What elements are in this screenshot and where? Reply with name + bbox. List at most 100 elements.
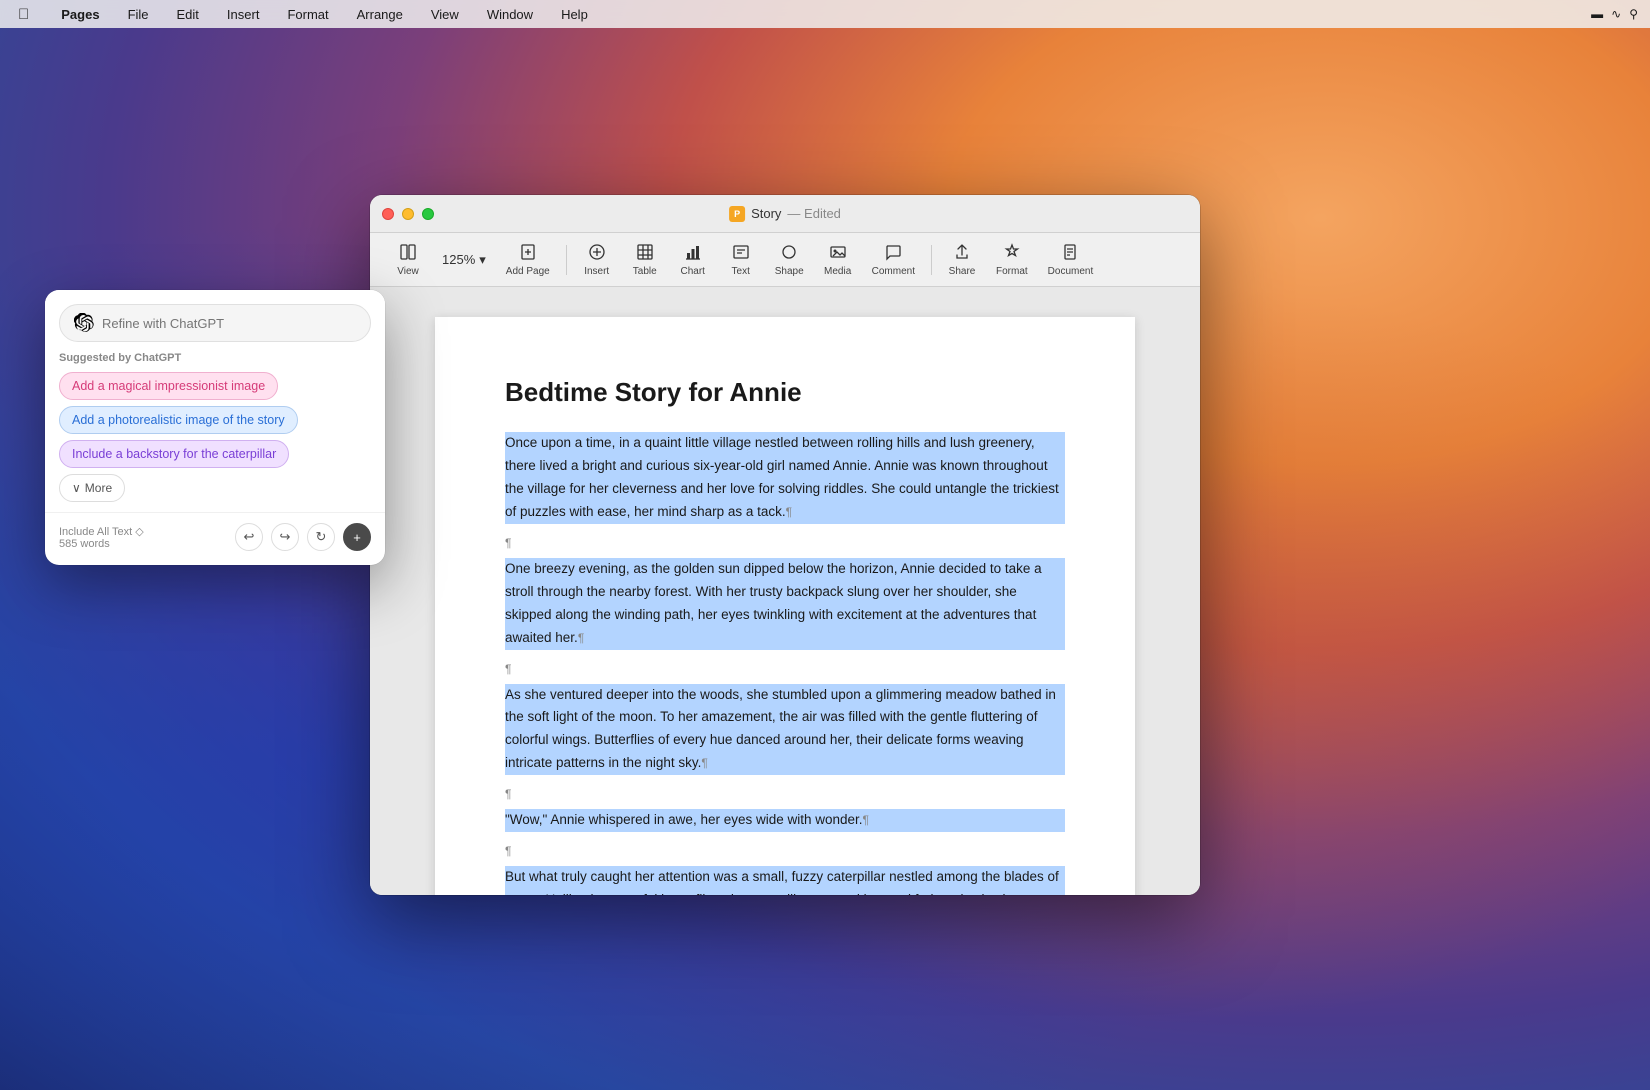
toolbar-text[interactable]: Text (719, 239, 763, 281)
toolbar-addpage-label: Add Page (506, 266, 550, 277)
document-area: Bedtime Story for Annie Once upon a time… (370, 287, 1200, 895)
toolbar-sep-1 (566, 245, 567, 275)
media-icon (829, 243, 847, 264)
table-icon (636, 243, 654, 264)
toolbar-insert[interactable]: Insert (575, 239, 619, 281)
menubar-app-name[interactable]: Pages (55, 5, 105, 24)
menubar-window[interactable]: Window (481, 5, 539, 24)
comment-icon (884, 243, 902, 264)
toolbar-insert-label: Insert (584, 266, 609, 277)
close-button[interactable] (382, 208, 394, 220)
document-title-text: Bedtime Story for Annie (505, 377, 1065, 408)
refine-input-inner[interactable] (59, 304, 371, 342)
redo-button[interactable]: ↪ (271, 523, 299, 551)
more-button[interactable]: ∨ More (59, 474, 125, 502)
word-count: 585 words (59, 538, 144, 550)
toolbar-view-label: View (397, 266, 419, 277)
toolbar-table[interactable]: Table (623, 239, 667, 281)
shape-icon (780, 243, 798, 264)
panel-bottom: Include All Text ◇ 585 words ↩ ↪ ↻ + (45, 512, 385, 565)
paragraph-3: As she ventured deeper into the woods, s… (505, 684, 1065, 776)
more-chevron: ∨ (72, 481, 81, 495)
suggestion-chip-3[interactable]: Include a backstory for the caterpillar (59, 440, 289, 468)
toolbar-media-label: Media (824, 266, 851, 277)
toolbar-share[interactable]: Share (940, 239, 984, 281)
suggestions-label: Suggested by ChatGPT (59, 352, 371, 364)
toolbar-document[interactable]: Document (1040, 239, 1102, 281)
pilcrow-4: ¶ (863, 813, 869, 827)
toolbar-shape[interactable]: Shape (767, 239, 812, 281)
toolbar-table-label: Table (633, 266, 657, 277)
toolbar-sep-2 (931, 245, 932, 275)
include-label: Include All Text ◇ (59, 525, 144, 538)
pilcrow-2: ¶ (578, 631, 584, 645)
paragraph-4: "Wow," Annie whispered in awe, her eyes … (505, 809, 1065, 832)
chatgpt-logo-icon (74, 313, 94, 333)
menubar-insert[interactable]: Insert (221, 5, 266, 24)
refine-input-wrap (45, 290, 385, 352)
suggestion-chips: Add a magical impressionist image Add a … (59, 372, 371, 502)
zoom-control[interactable]: 125% ▾ (434, 248, 494, 272)
format-icon (1003, 243, 1021, 264)
apple-menu[interactable]:  (12, 4, 35, 25)
refresh-button[interactable]: ↻ (307, 523, 335, 551)
paragraph-1-text: Once upon a time, in a quaint little vil… (505, 435, 1059, 519)
search-icon[interactable]: ⚲ (1629, 7, 1638, 21)
paragraph-1: Once upon a time, in a quaint little vil… (505, 432, 1065, 524)
view-icon (399, 243, 417, 264)
text-icon (732, 243, 750, 264)
refine-input-field[interactable] (102, 316, 356, 331)
menubar-format[interactable]: Format (281, 5, 334, 24)
zoom-value: 125% (442, 252, 475, 267)
toolbar-comment-label: Comment (872, 266, 915, 277)
toolbar-format[interactable]: Format (988, 239, 1036, 281)
menubar-view[interactable]: View (425, 5, 465, 24)
toolbar-media[interactable]: Media (816, 239, 860, 281)
minimize-button[interactable] (402, 208, 414, 220)
undo-button[interactable]: ↩ (235, 523, 263, 551)
toolbar-shape-label: Shape (775, 266, 804, 277)
zoom-chevron: ▾ (479, 252, 486, 268)
chart-icon (684, 243, 702, 264)
menubar-file[interactable]: File (122, 5, 155, 24)
pilcrow-3: ¶ (701, 756, 707, 770)
toolbar-comment[interactable]: Comment (864, 239, 923, 281)
maximize-button[interactable] (422, 208, 434, 220)
include-text-wrap: Include All Text ◇ 585 words (59, 525, 144, 550)
window-title: P Story — Edited (729, 206, 841, 222)
toolbar-document-label: Document (1048, 266, 1094, 277)
toolbar-view[interactable]: View (386, 239, 430, 281)
send-button[interactable]: + (343, 523, 371, 551)
toolbar-chart[interactable]: Chart (671, 239, 715, 281)
toolbar-text-label: Text (732, 266, 750, 277)
addpage-icon (519, 243, 537, 264)
suggestion-chip-1[interactable]: Add a magical impressionist image (59, 372, 278, 400)
document-page: Bedtime Story for Annie Once upon a time… (435, 317, 1135, 895)
document-toolbar-icon (1061, 243, 1079, 264)
paragraph-2: One breezy evening, as the golden sun di… (505, 558, 1065, 650)
pages-window: P Story — Edited View 125% ▾ Add Page (370, 195, 1200, 895)
pilcrow-1: ¶ (786, 505, 792, 519)
document-icon: P (729, 206, 745, 222)
para-mark-2: ¶ (505, 662, 1065, 676)
traffic-lights (382, 208, 434, 220)
share-icon (953, 243, 971, 264)
menubar:  Pages File Edit Insert Format Arrange … (0, 0, 1650, 28)
chatgpt-panel: Suggested by ChatGPT Add a magical impre… (45, 290, 385, 565)
panel-actions: ↩ ↪ ↻ + (235, 523, 371, 551)
para-mark-1: ¶ (505, 536, 1065, 550)
include-all-text[interactable]: Include All Text ◇ 585 words (59, 525, 144, 550)
menubar-edit[interactable]: Edit (171, 5, 205, 24)
menubar-status: ▬ ∿ ⚲ (1591, 7, 1638, 21)
menubar-help[interactable]: Help (555, 5, 594, 24)
menubar-arrange[interactable]: Arrange (351, 5, 409, 24)
paragraph-2-text: One breezy evening, as the golden sun di… (505, 561, 1042, 645)
suggestion-chip-2[interactable]: Add a photorealistic image of the story (59, 406, 298, 434)
battery-icon: ▬ (1591, 7, 1603, 21)
toolbar-addpage[interactable]: Add Page (498, 239, 558, 281)
titlebar: P Story — Edited (370, 195, 1200, 233)
toolbar-share-label: Share (949, 266, 976, 277)
paragraph-3-text: As she ventured deeper into the woods, s… (505, 687, 1056, 771)
toolbar-chart-label: Chart (680, 266, 704, 277)
edited-label: — Edited (787, 206, 840, 221)
